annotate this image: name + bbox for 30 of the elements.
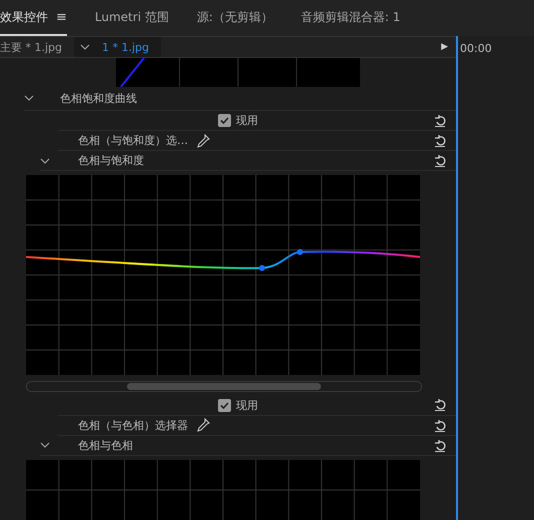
checkbox[interactable] [218,114,231,127]
checkbox-label: 现用 [236,398,258,413]
play-button[interactable]: ▶ [441,42,448,52]
reset-icon[interactable] [434,399,446,412]
clip-tab[interactable]: 主要 * 1.jpg [0,37,74,57]
chevron-icon[interactable] [40,442,50,448]
eyedropper-icon[interactable] [196,134,210,148]
reset-icon[interactable] [434,135,446,148]
chevron-icon[interactable] [80,44,90,50]
panel-tab[interactable]: 源:（无剪辑） [196,0,273,36]
chevron-icon[interactable] [24,95,34,102]
reset-icon[interactable] [434,114,446,127]
eyedropper-icon[interactable] [196,418,210,432]
clip-tab[interactable]: 1 * 1.jpg [74,37,162,57]
section-title: 色相饱和度曲线 [60,90,137,106]
property-label: 色相与色相 [78,438,133,453]
panel-menu[interactable]: ≡ [56,10,67,24]
reset-icon[interactable] [434,155,446,168]
timecode: 00:00 [459,41,493,55]
property-label: 色相与饱和度 [78,153,144,168]
checkbox[interactable] [218,398,231,412]
chevron-icon[interactable] [40,158,50,164]
scrollbar[interactable] [26,381,422,392]
reset-icon[interactable] [434,440,446,452]
reset-icon[interactable] [434,420,446,432]
panel-tab[interactable]: 音频剪辑混合器: 1 [300,0,400,36]
panel-tab[interactable]: Lumetri 范围 [94,0,169,36]
property-label: 色相（与色相）选择器 [78,418,188,433]
property-label: 色相（与饱和度）选… [78,133,188,148]
checkbox-label: 现用 [236,112,258,128]
